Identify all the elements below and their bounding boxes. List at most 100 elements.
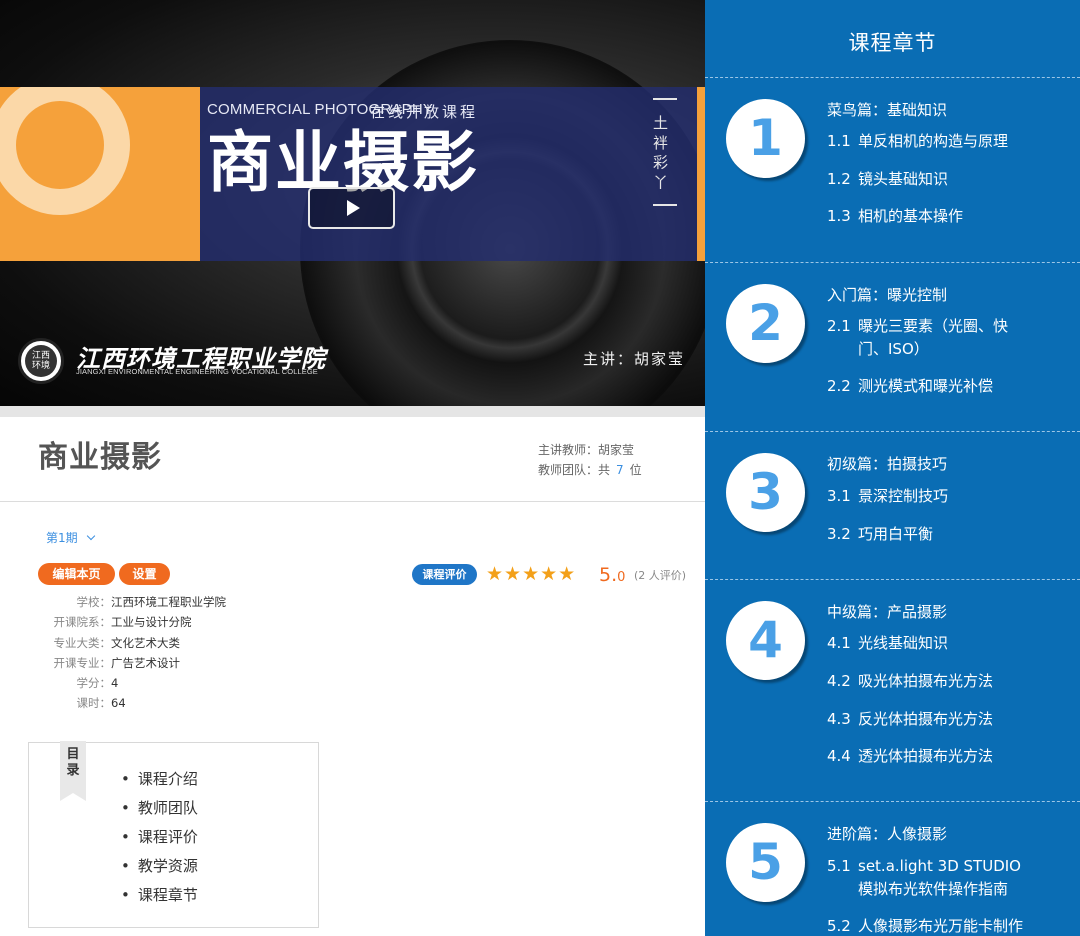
course-video-cover[interactable]: COMMERCIAL PHOTOGRAPHY 在线开放课程 商业摄影 土 袢 彩… [0,0,705,406]
team-count: 7 [616,463,624,477]
lesson-number: 3.2 [827,525,851,543]
teacher-team[interactable]: 教师团队：共 7 位 [538,460,642,480]
team-suffix: 位 [629,463,642,477]
chapter-lesson[interactable]: 4.4 透光体拍摄布光方法 [827,745,1067,768]
lesson-number: 4.1 [827,634,851,652]
teacher-info: 主讲教师：胡家莹 教师团队：共 7 位 [538,440,642,480]
rating-stars: ★★★★★ [486,563,577,585]
toc-item-team[interactable]: 教师团队 [121,794,198,823]
chapter-divider [705,77,1080,78]
table-of-contents: 目录 课程介绍 教师团队 课程评价 教学资源 课程章节 [28,741,319,928]
calligraphy-seal: 土 袢 彩 丫 [651,98,677,206]
toc-item-rating[interactable]: 课程评价 [121,823,198,852]
chapter-divider [705,431,1080,432]
lesson-title: set.a.light 3D STUDIO 模拟布光软件操作指南 [858,857,1021,898]
toc-tag-label: 目录 [66,747,80,778]
lesson-title: 光线基础知识 [858,634,949,652]
chapter-title: 中级篇：产品摄影 [827,603,948,621]
chapter-lesson[interactable]: 4.3 反光体拍摄布光方法 [827,708,1067,731]
chapter-lesson[interactable]: 2.1 曝光三要素（光圈、快门、ISO） [827,315,1032,361]
ring-decor-icon [0,87,130,215]
info-key: 学分 [47,673,111,693]
play-video-button[interactable] [308,187,395,229]
info-value: 广告艺术设计 [111,655,180,670]
play-icon [346,200,360,216]
lesson-number: 1.2 [827,170,851,188]
info-row: 开课专业广告艺术设计 [47,653,226,673]
info-key: 课时 [47,693,111,713]
chapter-lesson[interactable]: 2.2 测光模式和曝光补偿 [827,375,1067,398]
page-title: 商业摄影 [38,440,162,475]
chapter-number-badge: 4 [726,601,805,680]
lesson-title: 曝光三要素（光圈、快门、ISO） [858,317,1009,358]
lesson-title: 单反相机的构造与原理 [858,132,1009,150]
term-selector[interactable]: 第1期 [46,529,95,546]
lesson-title: 景深控制技巧 [858,487,949,505]
lesson-number: 5.2 [827,917,851,935]
video-bottom-strip [0,406,705,417]
lesson-title: 反光体拍摄布光方法 [858,710,994,728]
settings-button[interactable]: 设置 [119,563,170,585]
chapter-lesson[interactable]: 3.2 巧用白平衡 [827,523,1067,546]
info-row: 专业大类文化艺术大类 [47,633,226,653]
banner-edge-decor [697,87,705,261]
chapter-number-badge: 3 [726,453,805,532]
chapter-lesson[interactable]: 1.2 镜头基础知识 [827,168,1067,191]
chapter-divider [705,801,1080,802]
lesson-number: 2.1 [827,317,851,335]
chevron-down-icon [86,531,95,541]
toc-list: 课程介绍 教师团队 课程评价 教学资源 课程章节 [121,765,198,910]
toc-item-resources[interactable]: 教学资源 [121,852,198,881]
lesson-number: 1.1 [827,132,851,150]
lesson-title: 吸光体拍摄布光方法 [858,672,994,690]
info-value: 江西环境工程职业学院 [111,595,226,609]
info-value: 工业与设计分院 [111,615,192,630]
lesson-title: 测光模式和曝光补偿 [858,377,994,395]
rating-score: 5.0 [599,564,625,589]
lesson-title: 巧用白平衡 [858,525,934,543]
term-label: 第1期 [46,531,78,545]
lesson-number: 4.3 [827,710,851,728]
main-teacher[interactable]: 主讲教师：胡家莹 [538,440,642,460]
toc-item-intro[interactable]: 课程介绍 [121,765,198,794]
course-rating-badge[interactable]: 课程评价 [412,564,477,585]
chapter-divider [705,262,1080,263]
college-logo-icon: 江西 环境 [18,338,64,384]
chapter-lesson[interactable]: 4.2 吸光体拍摄布光方法 [827,670,1067,693]
chapter-title: 菜鸟篇：基础知识 [827,101,948,119]
chapter-lesson[interactable]: 5.1 set.a.light 3D STUDIO 模拟布光软件操作指南 [827,855,1037,901]
info-row: 开课院系工业与设计分院 [47,612,226,632]
chapter-lesson[interactable]: 3.1 景深控制技巧 [827,485,1067,508]
lesson-number: 2.2 [827,377,851,395]
edit-page-button[interactable]: 编辑本页 [38,563,115,585]
review-count: (2 人评价) [634,569,687,582]
chapter-number-badge: 5 [726,823,805,902]
chapter-lesson[interactable]: 5.2 人像摄影布光万能卡制作 [827,915,1067,936]
info-row: 学校江西环境工程职业学院 [47,592,227,612]
toc-item-chapters[interactable]: 课程章节 [121,881,198,910]
lesson-title: 镜头基础知识 [858,170,949,188]
hero-lecturer: 主讲：胡家莹 [583,350,686,368]
college-logo-mark: 江西 环境 [25,345,57,377]
hero-subtitle: 在线开放课程 [370,103,479,121]
chapter-title: 入门篇：曝光控制 [827,286,948,304]
info-key: 开课院系 [47,612,111,632]
header-divider [0,501,705,502]
info-key: 开课专业 [47,653,111,673]
chapter-divider [705,579,1080,580]
lesson-title: 透光体拍摄布光方法 [858,747,994,765]
lesson-number: 1.3 [827,207,851,225]
lesson-number: 4.2 [827,672,851,690]
chapter-number-badge: 2 [726,284,805,363]
info-row: 课时64 [47,693,226,713]
chapter-lesson[interactable]: 4.1 光线基础知识 [827,632,1067,655]
chapter-lesson[interactable]: 1.3 相机的基本操作 [827,205,1067,228]
lesson-number: 5.1 [827,857,851,875]
chapter-title: 进阶篇：人像摄影 [827,825,948,843]
chapters-panel-title: 课程章节 [848,31,937,55]
info-key: 专业大类 [47,633,111,653]
course-main: COMMERCIAL PHOTOGRAPHY 在线开放课程 商业摄影 土 袢 彩… [0,0,705,936]
chapters-panel: 课程章节 1 菜鸟篇：基础知识 1.1 单反相机的构造与原理 1.2 镜头基础知识 … [705,0,1080,936]
chapter-title: 初级篇：拍摄技巧 [827,455,948,473]
chapter-lesson[interactable]: 1.1 单反相机的构造与原理 [827,130,1067,153]
